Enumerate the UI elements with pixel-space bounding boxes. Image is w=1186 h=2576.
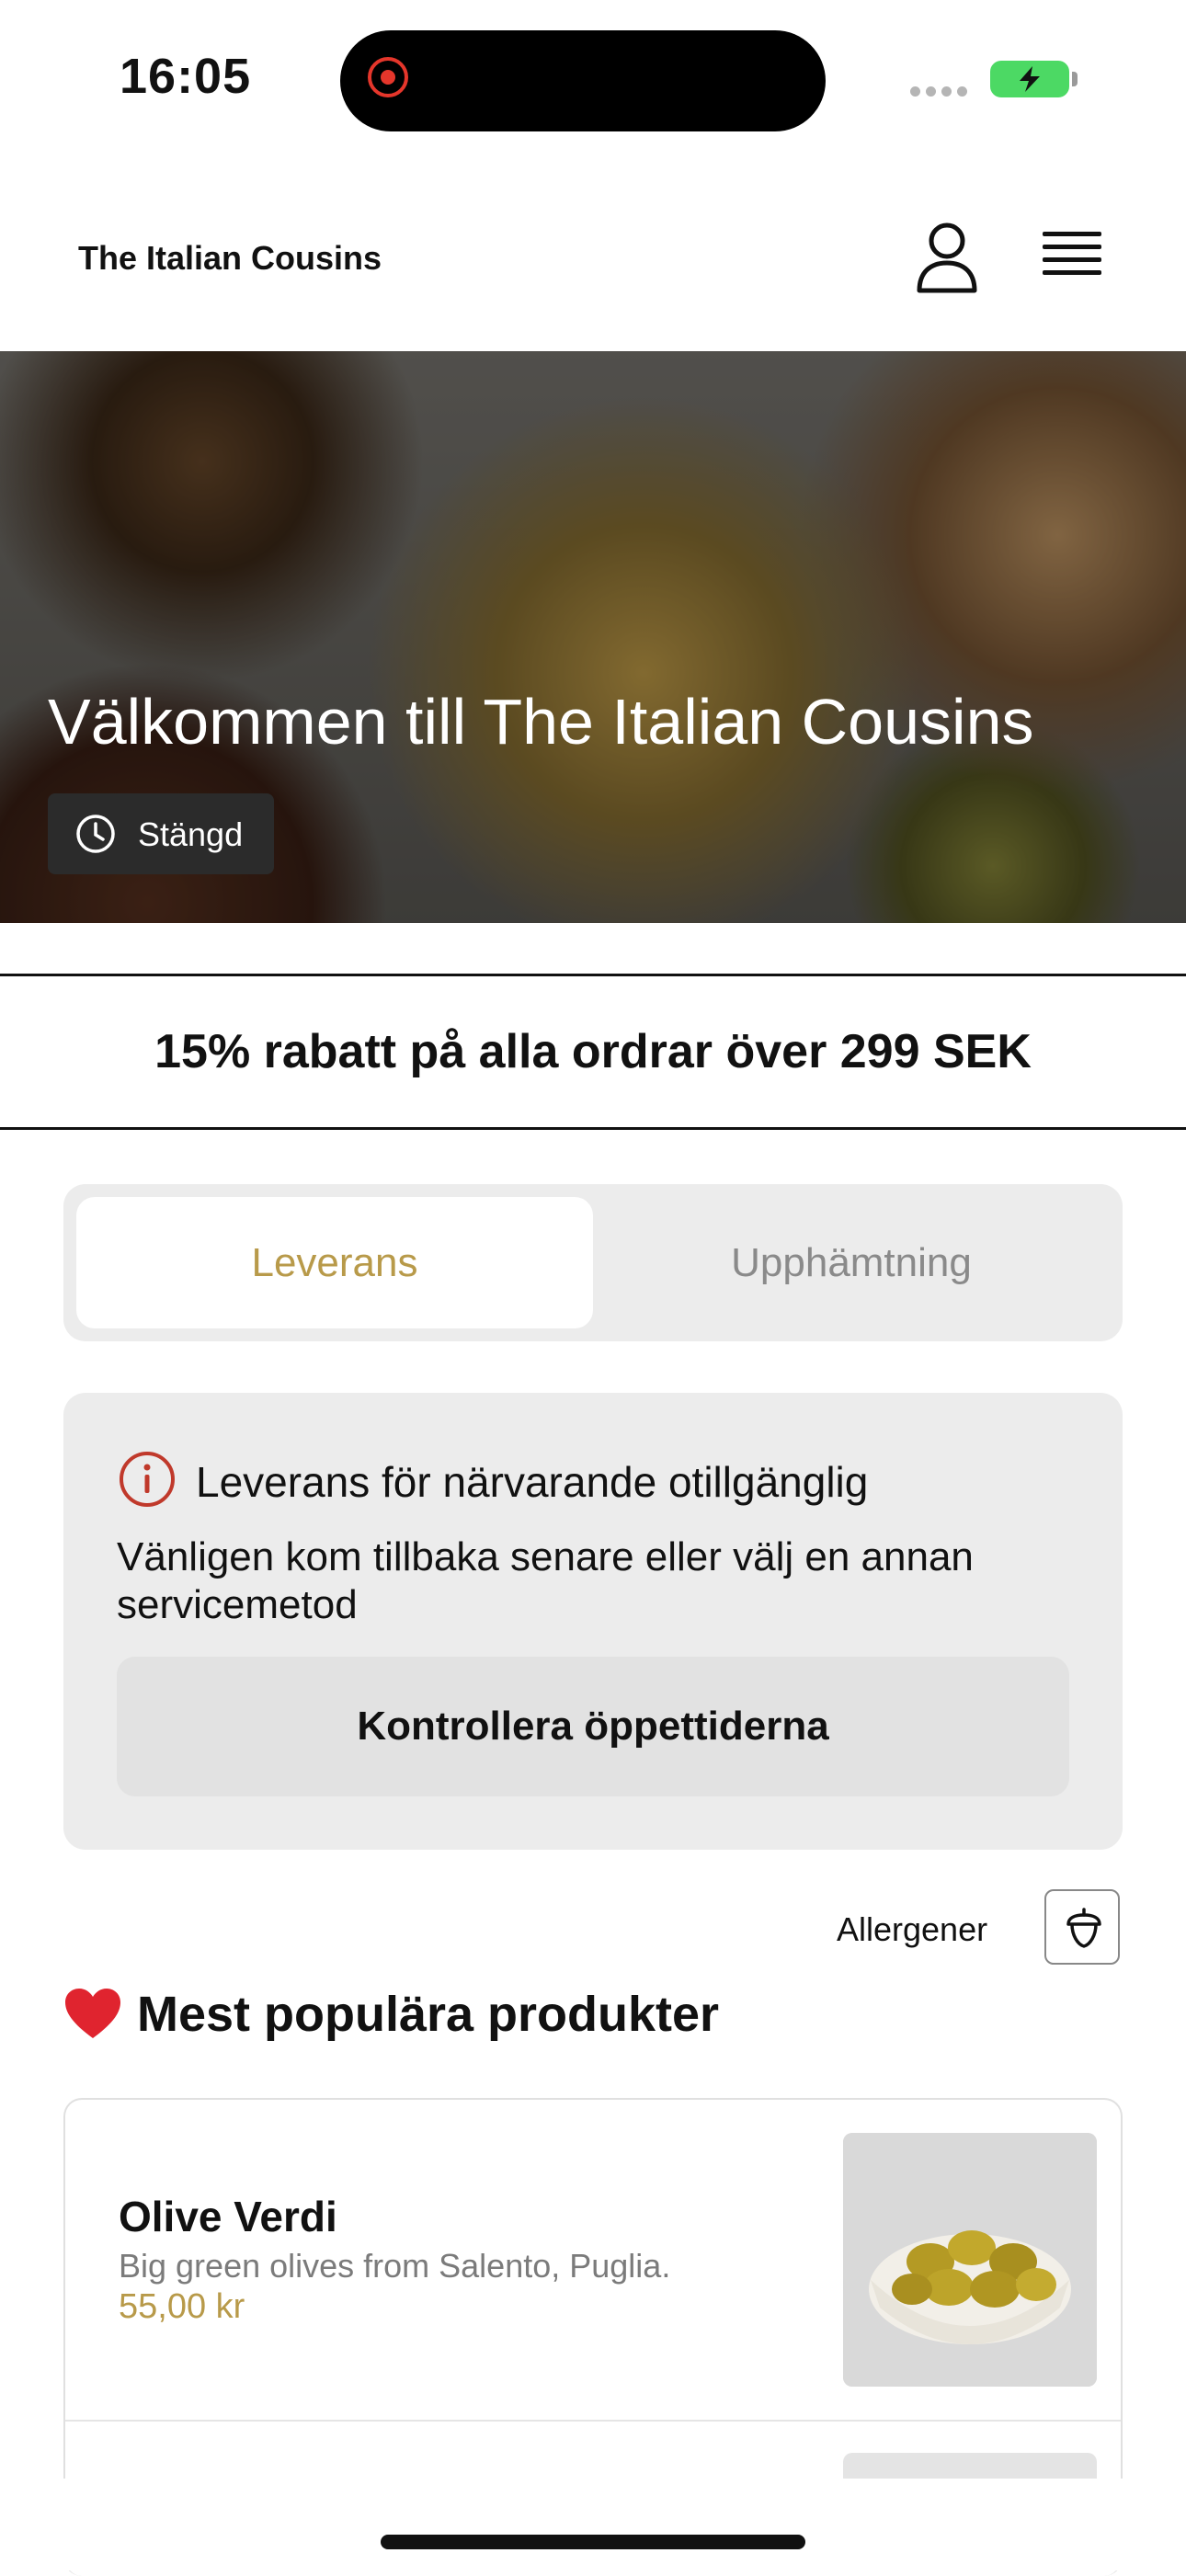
allergens-label: Allergener (837, 1910, 988, 1948)
opening-status-badge[interactable]: Stängd (48, 793, 274, 874)
battery-icon (990, 61, 1069, 97)
status-time: 16:05 (120, 49, 252, 104)
signal-icon (910, 85, 973, 101)
dynamic-island (340, 30, 826, 131)
opening-status-label: Stängd (138, 815, 244, 853)
clock-icon (76, 815, 115, 853)
promo-banner: 15% rabatt på alla ordrar över 299 SEK (0, 974, 1186, 1130)
alert-info-icon (120, 1452, 175, 1507)
bottom-area (0, 2479, 1186, 2570)
product-price: 55,00 kr (119, 2287, 245, 2326)
product-description: Big green olives from Salento, Puglia. (119, 2247, 671, 2285)
home-indicator[interactable] (381, 2535, 805, 2549)
section-title: Mest populära produkter (63, 1986, 719, 2043)
product-card[interactable]: Olive Verdi Big green olives from Salent… (65, 2100, 1121, 2420)
notice-title: Leverans för närvarande otillgänglig (196, 1458, 869, 1506)
recording-icon (368, 57, 408, 97)
tab-delivery[interactable]: Leverans (76, 1197, 593, 1328)
brand-name[interactable]: The Italian Cousins (78, 239, 382, 278)
notice-body: Vänligen kom tillbaka senare eller välj … (117, 1534, 974, 1627)
tab-pickup[interactable]: Upphämtning (593, 1197, 1110, 1328)
battery-cap (1072, 72, 1078, 86)
delivery-unavailable-notice: Leverans för närvarande otillgänglig Vän… (63, 1393, 1123, 1850)
check-opening-hours-button[interactable]: Kontrollera öppettiderna (117, 1657, 1069, 1796)
divider (65, 2420, 1121, 2422)
hero-title: Välkommen till The Italian Cousins (48, 686, 1034, 758)
section-title-text: Mest populära produkter (137, 1987, 720, 2042)
product-name: Olive Verdi (119, 2193, 337, 2240)
product-image (843, 2133, 1097, 2387)
menu-icon[interactable] (1043, 232, 1101, 283)
service-toggle: Leverans Upphämtning (63, 1184, 1123, 1341)
user-icon[interactable] (915, 221, 979, 294)
acorn-icon (1066, 1908, 1101, 1948)
allergens-button[interactable] (1044, 1889, 1120, 1965)
heart-icon (65, 1989, 120, 2038)
